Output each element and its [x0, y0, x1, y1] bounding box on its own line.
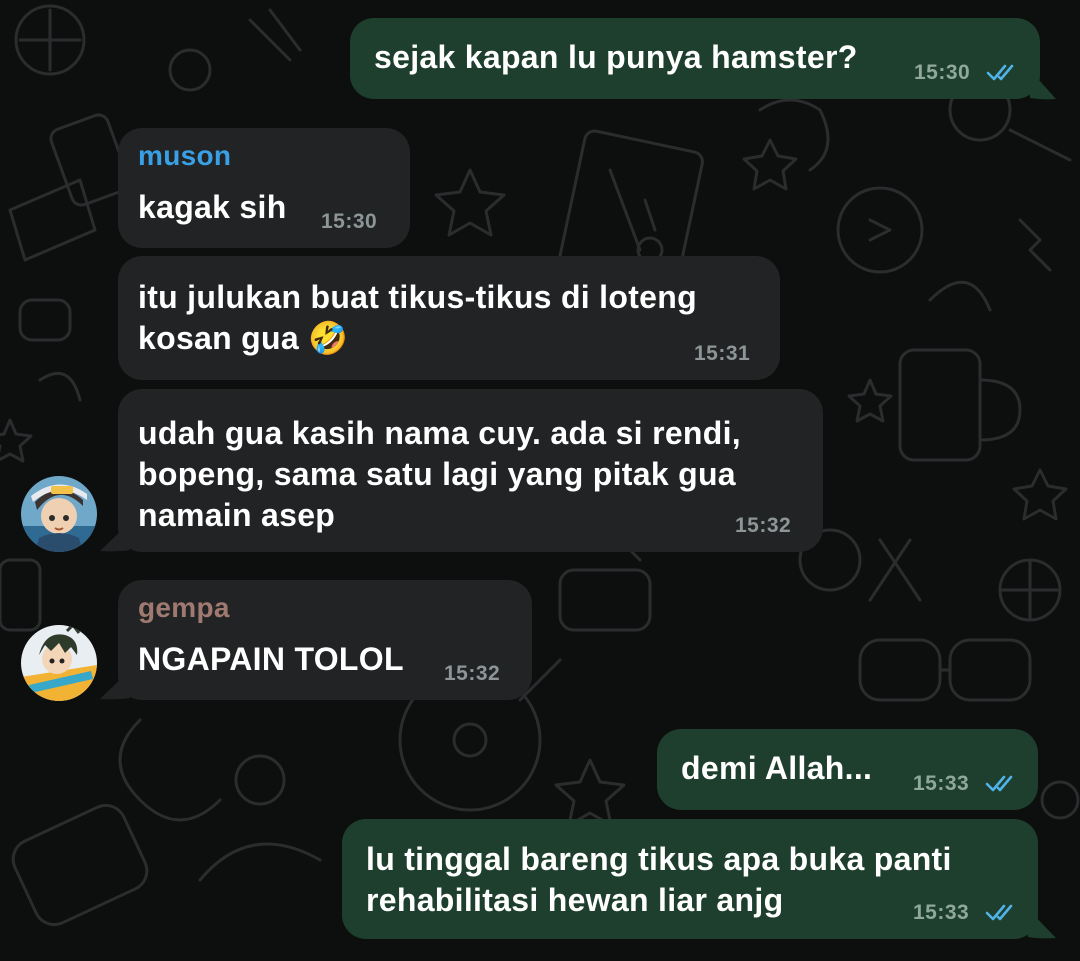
chat-area[interactable]: sejak kapan lu punya hamster? 15:30 muso…	[0, 0, 1080, 961]
sender-name-gempa[interactable]: gempa	[138, 592, 230, 624]
avatar-muson[interactable]	[21, 476, 97, 552]
message-text: lu tinggal bareng tikus apa buka panti r…	[366, 841, 952, 918]
message-bubble-incoming[interactable]: gempa NGAPAIN TOLOL 15:32	[118, 580, 532, 700]
message-text: itu julukan buat tikus-tikus di loteng k…	[138, 279, 697, 356]
message-text: demi Allah...	[681, 750, 873, 786]
sender-name-muson[interactable]: muson	[138, 140, 231, 172]
bubble-tail	[100, 670, 130, 700]
bubble-tail	[1030, 70, 1056, 100]
avatar-anime-boy-cap-icon	[21, 476, 97, 552]
bubble-tail	[1028, 909, 1056, 939]
message-bubble-outgoing[interactable]: sejak kapan lu punya hamster? 15:30	[350, 18, 1040, 99]
double-check-icon	[986, 64, 1014, 81]
message-time: 15:30	[321, 210, 378, 233]
message-text: kagak sih	[138, 189, 287, 225]
message-bubble-outgoing[interactable]: demi Allah... 15:33	[657, 729, 1038, 810]
message-bubble-incoming[interactable]: muson kagak sih 15:30	[118, 128, 410, 248]
message-bubble-outgoing[interactable]: lu tinggal bareng tikus apa buka panti r…	[342, 819, 1038, 939]
double-check-icon	[985, 904, 1013, 921]
bubble-tail	[100, 522, 130, 552]
message-time: 15:33	[913, 772, 970, 795]
avatar-gempa[interactable]	[21, 625, 97, 701]
message-bubble-incoming[interactable]: udah gua kasih nama cuy. ada si rendi, b…	[118, 389, 823, 552]
message-time: 15:32	[735, 514, 792, 537]
message-bubble-incoming[interactable]: itu julukan buat tikus-tikus di loteng k…	[118, 256, 780, 380]
message-text: udah gua kasih nama cuy. ada si rendi, b…	[138, 415, 741, 533]
message-text: NGAPAIN TOLOL	[138, 641, 404, 677]
message-time: 15:30	[914, 61, 971, 84]
message-time: 15:33	[913, 901, 970, 924]
avatar-anime-boy-yellow-icon	[21, 625, 97, 701]
message-time: 15:31	[694, 342, 751, 365]
message-time: 15:32	[444, 662, 501, 685]
message-text: sejak kapan lu punya hamster?	[374, 39, 858, 75]
double-check-icon	[985, 775, 1013, 792]
